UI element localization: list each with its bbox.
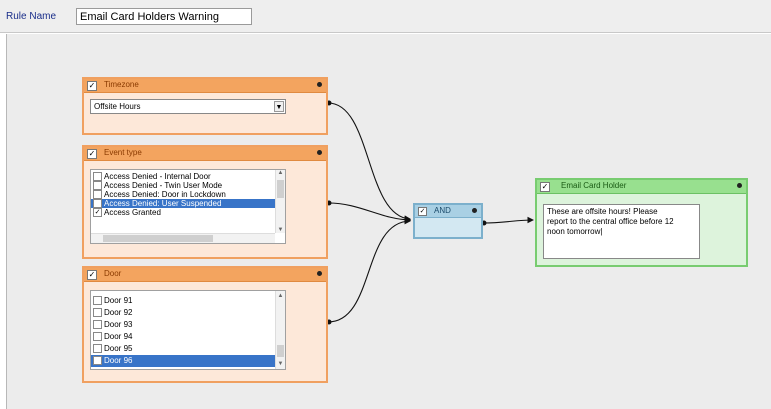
- list-item-label: Door 95: [104, 344, 133, 353]
- email-enable-checkbox[interactable]: ✓: [540, 182, 550, 192]
- event-type-node[interactable]: ✓ Event type Access Denied - Internal Do…: [82, 145, 328, 259]
- email-output-port[interactable]: [737, 183, 742, 188]
- wire-event-to-and: [327, 202, 412, 224]
- event-type-output-port[interactable]: [317, 150, 322, 155]
- checkbox[interactable]: [93, 332, 102, 342]
- door-node-title: Door: [104, 269, 122, 278]
- and-output-port[interactable]: [472, 208, 477, 213]
- scroll-down-icon[interactable]: ▼: [276, 361, 285, 367]
- scroll-thumb[interactable]: [277, 180, 284, 198]
- email-node-title: Email Card Holder: [561, 181, 627, 190]
- list-item[interactable]: Access Denied - Twin User Mode: [91, 181, 275, 191]
- timezone-select[interactable]: Offsite Hours ▼: [90, 99, 286, 114]
- event-type-node-title: Event type: [104, 148, 142, 157]
- list-item-label: Access Denied - Twin User Mode: [104, 181, 223, 190]
- timezone-node[interactable]: ✓ Timezone Offsite Hours ▼: [82, 77, 328, 135]
- door-node[interactable]: ✓ Door Door 91 Door 92 Door 93 Door 94 D…: [82, 266, 328, 383]
- and-gate-node[interactable]: ✓ AND: [413, 203, 483, 239]
- timezone-enable-checkbox[interactable]: ✓: [87, 81, 97, 91]
- timezone-node-title: Timezone: [104, 80, 139, 89]
- and-node-header[interactable]: ✓ AND: [415, 205, 481, 218]
- door-enable-checkbox[interactable]: ✓: [87, 270, 97, 280]
- scroll-down-icon[interactable]: ▼: [276, 227, 285, 233]
- email-card-holder-node[interactable]: ✓ Email Card Holder These are offsite ho…: [535, 178, 748, 267]
- door-output-port[interactable]: [317, 271, 322, 276]
- scroll-up-icon[interactable]: ▲: [276, 170, 285, 176]
- checkbox[interactable]: [93, 344, 102, 354]
- list-item-label: Door 93: [104, 320, 133, 329]
- door-node-header[interactable]: ✓ Door: [84, 268, 326, 282]
- wire-and-to-email: [482, 216, 535, 224]
- event-list-vertical-scrollbar[interactable]: ▲ ▼: [275, 170, 285, 233]
- scroll-up-icon[interactable]: ▲: [276, 293, 285, 299]
- list-item[interactable]: Access Denied - Internal Door: [91, 172, 275, 182]
- list-item[interactable]: Door 91: [91, 295, 275, 307]
- and-enable-checkbox[interactable]: ✓: [418, 207, 427, 216]
- list-item-selected[interactable]: ✓ Access Denied: User Suspended: [91, 199, 275, 209]
- event-list-horizontal-scrollbar[interactable]: [91, 233, 275, 243]
- wire-door-to-and: [327, 217, 412, 323]
- list-item[interactable]: Door 95: [91, 343, 275, 355]
- list-item-label: Door 96: [104, 356, 133, 365]
- list-item[interactable]: ✓ Access Granted: [91, 208, 275, 218]
- list-item-selected[interactable]: ✓ Door 96: [91, 355, 275, 367]
- list-item-label: Door 91: [104, 296, 133, 305]
- event-type-node-header[interactable]: ✓ Event type: [84, 147, 326, 161]
- list-item[interactable]: Door 92: [91, 307, 275, 319]
- timezone-selected-value: Offsite Hours: [94, 102, 141, 111]
- door-list[interactable]: Door 91 Door 92 Door 93 Door 94 Door 95 …: [90, 290, 286, 370]
- list-item[interactable]: Access Denied: Door in Lockdown: [91, 190, 275, 200]
- checkbox[interactable]: [93, 296, 102, 306]
- event-type-enable-checkbox[interactable]: ✓: [87, 149, 97, 159]
- scroll-thumb[interactable]: [103, 235, 213, 242]
- timezone-output-port[interactable]: [317, 82, 322, 87]
- email-node-header[interactable]: ✓ Email Card Holder: [537, 180, 746, 194]
- wire-timezone-to-and: [327, 102, 412, 222]
- list-item-label: Access Granted: [104, 208, 161, 217]
- checkbox[interactable]: ✓: [93, 356, 102, 366]
- email-message-textarea[interactable]: These are offsite hours! Please report t…: [543, 204, 700, 259]
- timezone-node-header[interactable]: ✓ Timezone: [84, 79, 326, 93]
- and-node-title: AND: [434, 206, 451, 215]
- chevron-down-icon[interactable]: ▼: [274, 101, 284, 112]
- list-item-label: Door 94: [104, 332, 133, 341]
- event-type-list[interactable]: Access Denied - Internal Door Access Den…: [90, 169, 286, 244]
- list-item[interactable]: Door 93: [91, 319, 275, 331]
- list-item[interactable]: Door 94: [91, 331, 275, 343]
- door-list-vertical-scrollbar[interactable]: ▲ ▼: [275, 291, 285, 369]
- list-item-label: Access Denied: Door in Lockdown: [104, 190, 226, 199]
- scroll-thumb[interactable]: [277, 345, 284, 357]
- checkbox[interactable]: [93, 320, 102, 330]
- checkbox[interactable]: [93, 308, 102, 318]
- list-item-label: Access Denied: User Suspended: [104, 199, 222, 208]
- list-item-label: Access Denied - Internal Door: [104, 172, 211, 181]
- checkbox[interactable]: ✓: [93, 208, 102, 218]
- list-item-label: Door 92: [104, 308, 133, 317]
